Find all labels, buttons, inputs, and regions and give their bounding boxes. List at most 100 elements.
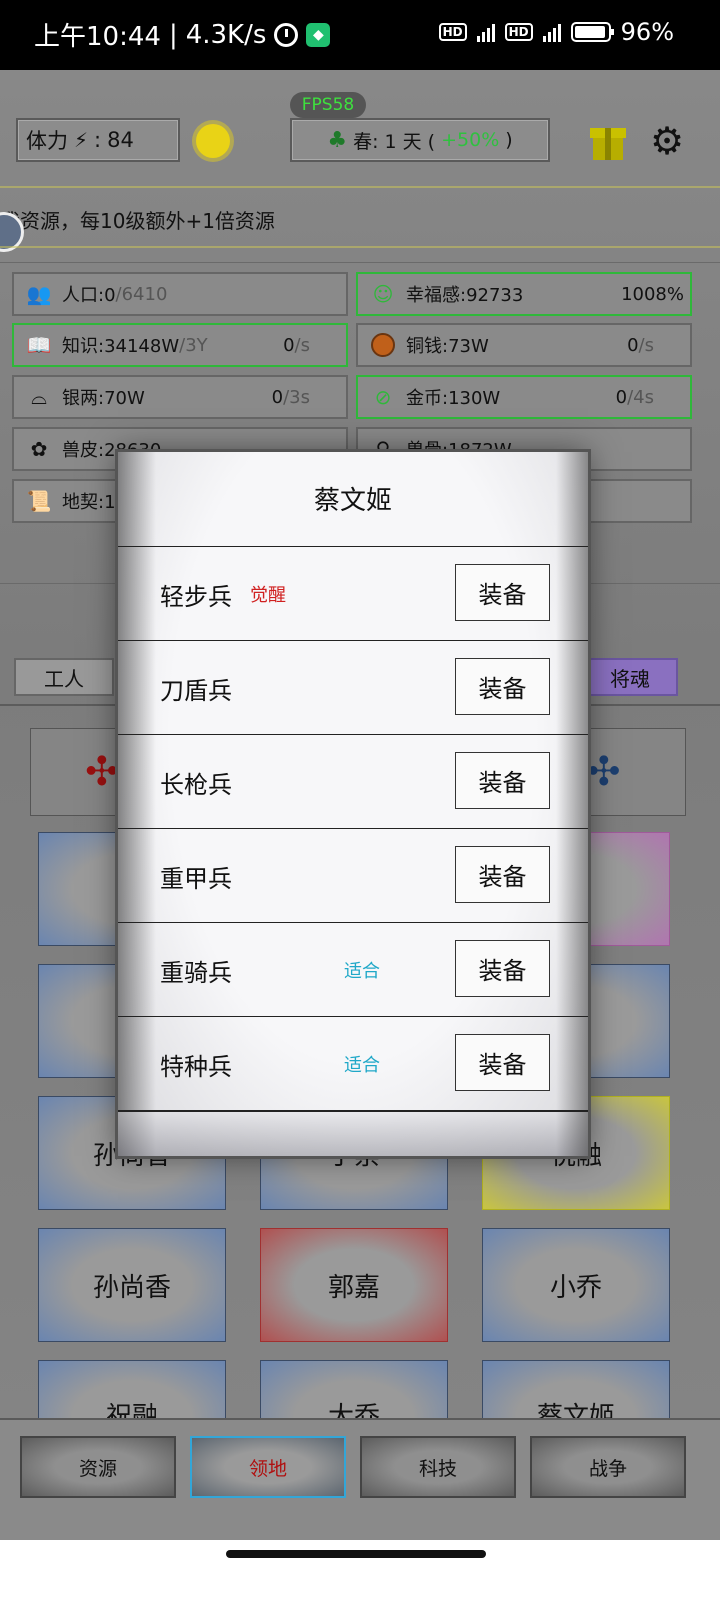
rate-unit: /s (638, 334, 654, 356)
nav-technology[interactable]: 科技 (360, 1436, 516, 1498)
signal-icon (476, 22, 495, 42)
stamina-sep: : (94, 128, 102, 152)
equip-button[interactable]: 装备 (455, 658, 550, 715)
tree-icon: ♣ (327, 127, 348, 153)
modal-row: 刀盾兵 装备 (118, 640, 588, 734)
equip-button[interactable]: 装备 (455, 940, 550, 997)
resource-rate: 0/s (283, 335, 310, 356)
gear-icon[interactable]: ⚙ (648, 122, 686, 160)
resource-gold: ⊘ 金币:130W 0/4s (356, 375, 692, 419)
hd-icon: HD (438, 23, 467, 41)
hero-card[interactable]: 孙尚香 (38, 1228, 226, 1342)
season-box: ♣ 春: 1 天 (+50%) (290, 118, 550, 162)
net-speed: 4.3K/s (185, 19, 267, 50)
home-indicator[interactable] (226, 1550, 486, 1558)
gold-coin-icon: ⊘ (374, 385, 392, 409)
troop-name: 重甲兵 (160, 865, 232, 893)
resource-knowledge: 📖 知识:34148W/3Y 0/s (12, 323, 348, 367)
bottom-nav: 资源 领地 科技 战争 (0, 1418, 720, 1540)
status-left: 上午10:44 | 4.3K/s ◆ (34, 16, 331, 53)
troop-name: 轻步兵 (160, 583, 232, 611)
season-bonus: +50% (441, 129, 500, 151)
troop-name: 刀盾兵 (160, 677, 232, 705)
resource-copper: 铜钱:73W 0/s (356, 323, 692, 367)
troop-name: 重骑兵 (160, 959, 232, 987)
gift-icon[interactable] (590, 122, 626, 160)
equip-modal: 蔡文姬 轻步兵 觉醒 装备 刀盾兵 装备 长枪兵 装备 重甲兵 装备 重骑兵 适… (118, 452, 588, 1156)
resource-happiness: ☺ 幸福感:92733 1008% (356, 272, 692, 316)
expand-arrows-icon: ✣ (587, 749, 621, 795)
stamina-value: 84 (107, 128, 134, 152)
equip-button[interactable]: 装备 (455, 846, 550, 903)
rate-value: 0 (627, 334, 639, 356)
equip-button[interactable]: 装备 (455, 564, 550, 621)
troop-tag: 觉醒 (250, 585, 286, 606)
hero-card[interactable]: 小乔 (482, 1228, 670, 1342)
nav-territory[interactable]: 领地 (190, 1436, 346, 1498)
rate-value: 0 (283, 334, 295, 356)
hero-card[interactable]: 蔡文姬 (482, 1360, 670, 1418)
gesture-area (0, 1540, 720, 1600)
alarm-icon (274, 22, 299, 47)
troop-tag: 适合 (344, 961, 380, 982)
hero-card[interactable]: 祝融 (38, 1360, 226, 1418)
rate-unit: /s (294, 334, 310, 356)
divider-top (0, 186, 720, 188)
sun-icon (196, 124, 230, 158)
resource-label: 幸福感:92733 (406, 285, 524, 306)
collapse-arrows-icon: ✣ (85, 749, 119, 795)
status-right: HD HD 96% (438, 18, 674, 46)
stamina-label: 体力 (26, 129, 68, 153)
hero-name: 郭嘉 (327, 1272, 380, 1303)
stamina-box: 体力 ⚡ : 84 (16, 118, 180, 162)
resource-population: 👥 人口:0/6410 (12, 272, 348, 316)
hd-icon-2: HD (504, 23, 533, 41)
bolt-icon: ⚡ (74, 128, 89, 152)
book-icon: 📖 (26, 333, 52, 357)
resource-silver: ⌓ 银两:70W 0/3s (12, 375, 348, 419)
hero-card[interactable]: 大乔 (260, 1360, 448, 1418)
modal-row: 重骑兵 适合 装备 (118, 922, 588, 1016)
resource-extra: /6410 (115, 283, 168, 305)
tab-soul[interactable]: 将魂 (582, 658, 678, 696)
season-close: ) (505, 129, 513, 151)
resource-label: 人口:0 (62, 285, 116, 306)
troop-tag: 适合 (344, 1055, 380, 1076)
modal-title: 蔡文姬 (313, 486, 392, 516)
resource-extra: /3Y (179, 334, 208, 356)
hide-icon: ✿ (30, 437, 48, 461)
modal-row: 长枪兵 装备 (118, 734, 588, 828)
separator: | (168, 19, 178, 50)
rate-unit: /4s (627, 386, 654, 408)
silver-ingot-icon: ⌓ (31, 385, 47, 409)
hero-name: 祝融 (105, 1402, 158, 1418)
rate-value: 0 (271, 386, 284, 408)
hero-name: 孙尚香 (92, 1272, 171, 1303)
resource-label: 铜钱:73W (406, 336, 489, 357)
signal-icon-2 (542, 22, 561, 42)
resource-label: 金币:130W (406, 388, 501, 409)
hero-name: 大乔 (327, 1402, 380, 1418)
resource-label: 知识:34148W (62, 336, 180, 357)
nav-war[interactable]: 战争 (530, 1436, 686, 1498)
hero-card[interactable]: 郭嘉 (260, 1228, 448, 1342)
battery-icon (570, 22, 614, 42)
season-name: 春: 1 天 ( (353, 130, 436, 153)
modal-footer-shade (118, 1112, 588, 1156)
modal-divider (118, 1110, 588, 1112)
equip-button[interactable]: 装备 (455, 752, 550, 809)
smile-icon: ☺ (372, 282, 394, 306)
troop-name: 特种兵 (160, 1053, 232, 1081)
deed-icon: 📜 (26, 489, 52, 513)
equip-button[interactable]: 装备 (455, 1034, 550, 1091)
nav-resources[interactable]: 资源 (20, 1436, 176, 1498)
rate-unit: /3s (283, 386, 310, 408)
shield-icon: ◆ (306, 22, 331, 47)
hero-name: 蔡文姬 (536, 1402, 615, 1418)
troop-name: 长枪兵 (160, 771, 232, 799)
hero-name: 小乔 (549, 1272, 602, 1303)
resource-rate: 0/4s (616, 387, 654, 408)
modal-row: 重甲兵 装备 (118, 828, 588, 922)
tab-workers[interactable]: 工人 (14, 658, 114, 696)
fps-badge: FPS58 (290, 92, 366, 118)
